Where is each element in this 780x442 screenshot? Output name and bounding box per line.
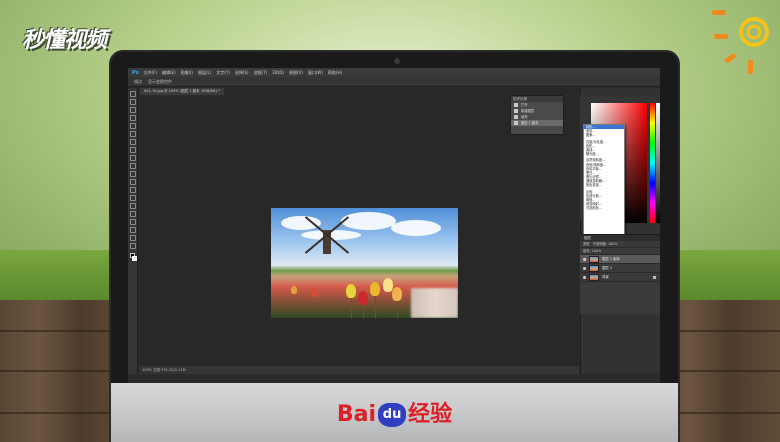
eraser-tool-icon[interactable] [129,171,136,177]
history-panel: 历史记录 打开 新建图层 填充 图层 1 副本 [510,95,564,135]
dodge-tool-icon[interactable] [129,195,136,201]
menu-bar: Ps 文件(F) 编辑(E) 图像(I) 图层(L) 文字(Y) 选择(S) 滤… [128,68,660,77]
menu-view[interactable]: 视图(V) [289,70,303,76]
option-show-transform[interactable]: 显示变换控件 [148,79,172,85]
lock-icon [653,276,656,279]
history-brush-tool-icon[interactable] [129,163,136,169]
document-tab[interactable]: 001-15.jpg @ 100% (图层 1 副本, RGB/8#) * [140,88,224,95]
zoom-tool-icon[interactable] [129,243,136,249]
path-select-tool-icon[interactable] [129,219,136,225]
photoshop-logo: Ps [132,69,139,76]
menu-image[interactable]: 图像(I) [181,70,193,76]
menu-layer[interactable]: 图层(L) [198,70,211,76]
layer-thumbnail [589,265,599,272]
menu-help[interactable]: 帮助(H) [328,70,342,76]
layer-name: 图层 1 副本 [602,257,620,261]
menu-item-selective-color[interactable]: 可选颜色... [584,206,624,210]
brand-bai: Bai [336,402,377,427]
pen-tool-icon[interactable] [129,203,136,209]
menu-file[interactable]: 文件(F) [144,70,157,76]
tulip-windmill-photo [271,208,458,318]
adjustment-layer-menu: 纯色... 渐变... 图案... 亮度/对比度... 色阶... 曲线... … [583,124,625,244]
layer-thumbnail [589,256,599,263]
marquee-tool-icon[interactable] [129,99,136,105]
background-color-swatch[interactable] [131,256,137,261]
history-state-icon [514,115,518,119]
eyedropper-tool-icon[interactable] [129,131,136,137]
menu-3d[interactable]: 3D(D) [272,70,284,75]
option-mode[interactable]: 描边 [134,79,142,85]
sun-icon [712,10,769,74]
history-state-icon [514,109,518,113]
move-tool-icon[interactable] [129,91,136,97]
layer-kind-filter[interactable]: 类型 [583,242,590,246]
camera-icon [394,58,400,64]
hue-slider[interactable] [650,103,655,223]
layers-controls: 类型 不透明度: 100% [580,241,660,248]
monitor: Ps 文件(F) 编辑(E) 图像(I) 图层(L) 文字(Y) 选择(S) 滤… [109,50,680,442]
layer-name: 图层 1 [602,266,613,270]
history-state-icon [514,121,518,125]
layer-row-selected[interactable]: 图层 1 副本 [580,255,660,264]
visibility-eye-icon[interactable] [583,276,586,279]
healing-brush-tool-icon[interactable] [129,139,136,145]
layer-name: 背景 [602,275,609,279]
status-bar: 100% 文档:791.2K/2.11M [139,366,579,374]
menu-window[interactable]: 窗口(W) [308,70,323,76]
gray-ramp[interactable] [656,103,660,223]
layer-row[interactable]: 图层 1 [580,264,660,273]
tools-panel [128,88,138,374]
layers-panel: 图层 类型 不透明度: 100% 填充: 100% 图层 1 副本 图层 1 背… [580,234,660,314]
crop-tool-icon[interactable] [129,123,136,129]
blurred-patch [411,288,458,318]
menu-filter[interactable]: 滤镜(T) [254,70,268,76]
layers-fill-row: 填充: 100% [580,248,660,255]
document-tab-bar: 001-15.jpg @ 100% (图层 1 副本, RGB/8#) * [138,88,578,95]
visibility-eye-icon[interactable] [583,258,586,261]
shape-tool-icon[interactable] [129,227,136,233]
history-state-icon [514,103,518,107]
menu-edit[interactable]: 编辑(E) [162,70,176,76]
brand-jingyan: 经验 [408,402,453,427]
brush-tool-icon[interactable] [129,147,136,153]
layer-opacity[interactable]: 不透明度: 100% [593,242,618,246]
visibility-eye-icon[interactable] [583,267,586,270]
type-tool-icon[interactable] [129,211,136,217]
quick-select-tool-icon[interactable] [129,115,136,121]
menu-type[interactable]: 文字(Y) [216,70,230,76]
layer-thumbnail [589,274,599,281]
canvas-area[interactable] [139,96,579,366]
paw-icon: du [378,403,407,427]
baidu-jingyan-logo: Bai du 经验 [111,396,678,428]
watermark-logo: 秒懂视频 [22,28,107,53]
menu-select[interactable]: 选择(S) [235,70,249,76]
lasso-tool-icon[interactable] [129,107,136,113]
gradient-tool-icon[interactable] [129,179,136,185]
hand-tool-icon[interactable] [129,235,136,241]
layer-fill[interactable]: 填充: 100% [583,249,601,253]
photoshop-window: Ps 文件(F) 编辑(E) 图像(I) 图层(L) 文字(Y) 选择(S) 滤… [128,68,660,383]
blur-tool-icon[interactable] [129,187,136,193]
options-bar: 描边 显示变换控件 [128,77,660,87]
history-item-selected[interactable]: 图层 1 副本 [511,120,563,126]
layer-row[interactable]: 背景 [580,273,660,282]
clone-stamp-tool-icon[interactable] [129,155,136,161]
